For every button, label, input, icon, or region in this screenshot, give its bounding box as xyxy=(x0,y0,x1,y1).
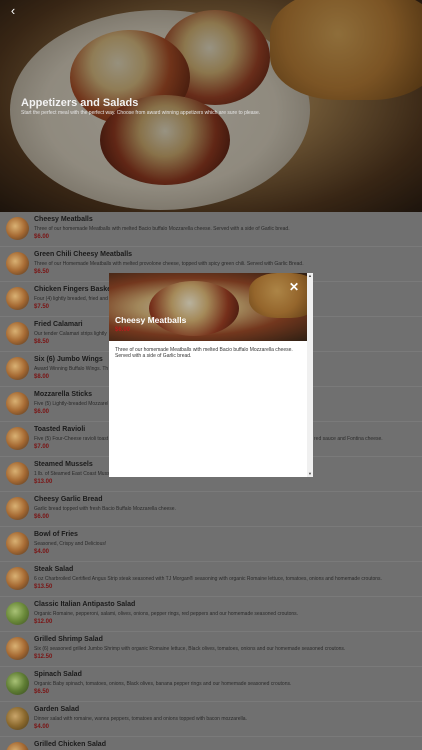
menu-item-description: Six (6) seasoned grilled Jumbo Shrimp wi… xyxy=(34,646,346,652)
menu-item-description: 1 lb. of Steamed East Coast Muss xyxy=(34,471,110,477)
menu-item-price: $12.00 xyxy=(34,619,53,625)
menu-item-thumbnail xyxy=(6,217,29,240)
menu-item-thumbnail xyxy=(6,287,29,310)
menu-item[interactable]: Cheesy Meatballs Three of our homemade M… xyxy=(0,212,422,247)
menu-item-description: Seasoned, Crispy and Delicious! xyxy=(34,541,107,547)
menu-item-description: 6 oz Charbroiled Certified Angus Strip s… xyxy=(34,576,382,582)
menu-item-thumbnail xyxy=(6,462,29,485)
page-title: Appetizers and Salads xyxy=(21,97,139,109)
menu-item-description: Five (5) Lightly-breaded Mozzarel xyxy=(34,401,109,407)
menu-item-thumbnail xyxy=(6,672,29,695)
modal-item-image: Cheesy Meatballs $6.00 ✕ xyxy=(109,273,307,341)
menu-item-price: $7.00 xyxy=(34,444,50,450)
modal-title: Cheesy Meatballs xyxy=(115,315,187,325)
menu-item-name: Six (6) Jumbo Wings xyxy=(34,356,103,363)
modal-scrollbar[interactable]: ▲ ▼ xyxy=(307,273,313,477)
menu-item-price: $8.00 xyxy=(34,374,50,380)
menu-item-name: Grilled Chicken Salad xyxy=(34,741,106,748)
menu-item-thumbnail xyxy=(6,322,29,345)
menu-item-thumbnail xyxy=(6,742,29,750)
menu-item-name: Cheesy Garlic Bread xyxy=(34,496,103,503)
menu-item-price: $12.50 xyxy=(34,654,53,660)
menu-item-price: $6.00 xyxy=(34,409,50,415)
menu-item[interactable]: Garden Salad Dinner salad with romaine, … xyxy=(0,702,422,737)
modal-image-overlay xyxy=(109,273,307,341)
scroll-down-arrow-icon[interactable]: ▼ xyxy=(307,471,313,477)
hero-banner: ‹ Appetizers and Salads Start the perfec… xyxy=(0,0,422,212)
menu-item-price: $4.00 xyxy=(34,549,50,555)
menu-item-name: Steak Salad xyxy=(34,566,74,573)
menu-item-thumbnail xyxy=(6,707,29,730)
menu-item-thumbnail xyxy=(6,392,29,415)
menu-item-thumbnail xyxy=(6,427,29,450)
menu-item-description: Our tender Calamari strips lightly xyxy=(34,331,107,337)
menu-item-price: $13.00 xyxy=(34,479,53,485)
back-button[interactable]: ‹ xyxy=(6,4,20,18)
modal-description: Three of our homemade Meatballs with mel… xyxy=(115,347,293,359)
menu-item-thumbnail xyxy=(6,602,29,625)
menu-item[interactable]: Grilled Chicken Salad xyxy=(0,737,422,750)
menu-item-price: $7.50 xyxy=(34,304,50,310)
menu-item[interactable]: Classic Italian Antipasto Salad Organic … xyxy=(0,597,422,632)
chevron-left-icon: ‹ xyxy=(10,3,16,18)
menu-item-description: Four (4) lightly breaded, fried and xyxy=(34,296,108,302)
menu-item-thumbnail xyxy=(6,532,29,555)
menu-item-name: Steamed Mussels xyxy=(34,461,93,468)
menu-item-name: Garden Salad xyxy=(34,706,80,713)
menu-item-price: $6.50 xyxy=(34,269,50,275)
close-button[interactable]: ✕ xyxy=(287,280,301,294)
page-subtitle: Start the perfect meal with the perfect … xyxy=(21,110,261,116)
menu-item-description: Three of our homemade Meatballs with mel… xyxy=(34,226,290,232)
menu-item-price: $6.50 xyxy=(34,689,50,695)
menu-item-name: Mozzarella Sticks xyxy=(34,391,92,398)
menu-item-description: Five (5) Four-Cheese ravioli toast xyxy=(34,436,109,442)
menu-item-thumbnail xyxy=(6,357,29,380)
menu-item[interactable]: Grilled Shrimp Salad Six (6) seasoned gr… xyxy=(0,632,422,667)
close-icon: ✕ xyxy=(288,280,300,294)
menu-item-thumbnail xyxy=(6,252,29,275)
menu-item[interactable]: Spinach Salad Organic Baby spinach, toma… xyxy=(0,667,422,702)
menu-item-description: Organic Romaine, pepperoni, salami, oliv… xyxy=(34,611,299,617)
menu-item-description: Garlic bread topped with fresh Bacio Buf… xyxy=(34,506,176,512)
menu-item-name: Green Chili Cheesy Meatballs xyxy=(34,251,133,258)
menu-item-description-tail: red sauce and Fontina cheese. xyxy=(314,436,383,442)
menu-item-name: Toasted Ravioli xyxy=(34,426,86,433)
menu-item[interactable]: Steak Salad 6 oz Charbroiled Certified A… xyxy=(0,562,422,597)
menu-item-price: $4.00 xyxy=(34,724,50,730)
item-detail-modal: Cheesy Meatballs $6.00 ✕ Three of our ho… xyxy=(109,273,313,477)
menu-item-price: $6.00 xyxy=(34,514,50,520)
menu-item-price: $13.50 xyxy=(34,584,53,590)
menu-item[interactable]: Cheesy Garlic Bread Garlic bread topped … xyxy=(0,492,422,527)
menu-item-name: Grilled Shrimp Salad xyxy=(34,636,103,643)
menu-item-name: Spinach Salad xyxy=(34,671,82,678)
menu-item-thumbnail xyxy=(6,637,29,660)
modal-price: $6.00 xyxy=(115,327,131,333)
menu-item-description: Organic Baby spinach, tomatoes, onions, … xyxy=(34,681,292,687)
menu-item-name: Bowl of Fries xyxy=(34,531,78,538)
menu-item-description: Dinner salad with romaine, wanna peppers… xyxy=(34,716,247,722)
menu-item-name: Fried Calamari xyxy=(34,321,83,328)
menu-item-thumbnail xyxy=(6,497,29,520)
menu-item-description: Award Winning Buffalo Wings. Th xyxy=(34,366,109,372)
menu-item-thumbnail xyxy=(6,567,29,590)
menu-item-name: Classic Italian Antipasto Salad xyxy=(34,601,136,608)
menu-item-name: Cheesy Meatballs xyxy=(34,216,93,223)
menu-item[interactable]: Bowl of Fries Seasoned, Crispy and Delic… xyxy=(0,527,422,562)
menu-item-description: Three of our Homemade Meatballs with mel… xyxy=(34,261,304,267)
scroll-up-arrow-icon[interactable]: ▲ xyxy=(307,273,313,279)
menu-item-price: $8.50 xyxy=(34,339,50,345)
menu-item-price: $6.00 xyxy=(34,234,50,240)
